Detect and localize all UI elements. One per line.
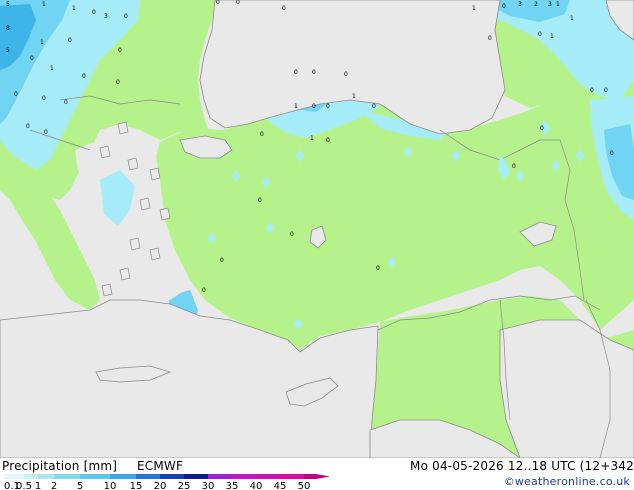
precip-value-label: 0 [540,125,544,132]
precip-value-label: 0 [82,73,86,80]
precip-value-label: 3 [548,1,552,8]
precip-value-label: 0 [258,197,262,204]
precip-value-label: 0 [488,35,492,42]
legend-tick-label: 0.5 [16,481,32,490]
precip-value-label: 8 [6,25,10,32]
precip-value-label: 0 [326,137,330,144]
precip-value-label: 0 [92,9,96,16]
legend-tick-label: 25 [178,481,191,490]
legend-tick-label: 35 [226,481,239,490]
precip-value-label: 0 [590,87,594,94]
precip-value-label: 0 [290,231,294,238]
precip-value-label: 0 [42,95,46,102]
legend-swatch [232,474,256,479]
precip-value-label: 1 [294,103,298,110]
legend-tick-label: 5 [77,481,83,490]
precip-value-label: 5 [6,1,10,8]
legend-swatch [24,474,38,479]
precip-value-label: 0 [26,123,30,130]
precip-value-label: 0 [312,103,316,110]
precip-value-label: 0 [512,163,516,170]
legend-swatch [110,474,136,479]
precip-value-label: 5 [6,47,10,54]
legend-arrow [316,474,330,479]
precip-value-label: 0 [64,99,68,106]
precip-value-label: 0 [116,79,120,86]
color-legend: 0.10.5 1 2 5 10 15 20 25 30 35 40 45 50 [4,474,330,490]
precip-value-label: 0 [216,0,220,6]
precip-value-label: 3 [104,13,108,20]
precip-value-label: 0 [502,3,506,10]
legend-swatch [38,474,54,479]
legend-swatch [208,474,232,479]
precip-value-label: 0 [124,13,128,20]
precip-value-label: 1 [310,135,314,142]
legend-swatch [184,474,208,479]
map-footer: Precipitation [mm] ECMWF Mo 04-05-2026 1… [0,458,634,490]
precip-value-label: 1 [40,39,44,46]
precipitation-map[interactable]: 5110830000103231005010000000000100100100… [0,0,634,458]
precip-value-label: 1 [42,1,46,8]
precip-value-label: 0 [344,71,348,78]
precip-value-label: 0 [294,69,298,76]
precip-value-label: 1 [352,93,356,100]
precip-value-label: 0 [68,37,72,44]
legend-tick-label: 30 [202,481,215,490]
precip-value-label: 0 [326,103,330,110]
legend-tick-label: 10 [104,481,117,490]
validity-time: Mo 04-05-2026 12..18 UTC (12+342 [410,459,634,473]
credit-link[interactable]: ©weatheronline.co.uk [504,475,630,488]
legend-tick-label: 15 [130,481,143,490]
precip-value-label: 1 [72,5,76,12]
legend-tick-label: 45 [274,481,287,490]
legend-swatch [160,474,184,479]
precip-value-label: 0 [14,91,18,98]
legend-tick-label: 1 [35,481,41,490]
precip-value-label: 0 [202,287,206,294]
precip-value-label: 0 [220,257,224,264]
precip-value-label: 2 [534,1,538,8]
map-title: Precipitation [mm] [2,459,118,473]
precip-value-label: 0 [538,31,542,38]
legend-tick-label: 2 [51,481,57,490]
legend-swatch [136,474,160,479]
precip-value-label: 0 [610,150,614,157]
precip-value-label: 1 [556,1,560,8]
precip-value-label: 1 [550,33,554,40]
model-name: ECMWF [137,459,184,473]
precip-value-label: 0 [376,265,380,272]
map-canvas: 5 11083 00 00 1 0 3 2 31 0050100000000 0 01 0 0100 10 0… [0,0,634,458]
legend-tick-label: 40 [250,481,263,490]
legend-tick-label: 50 [298,481,311,490]
precip-value-label: 0 [260,131,264,138]
precip-value-label: 1 [50,65,54,72]
precip-value-label: 1 [472,5,476,12]
precip-value-label: 0 [44,129,48,136]
precip-value-label: 0 [282,5,286,12]
legend-swatch [304,474,316,479]
legend-swatch [80,474,110,479]
precip-value-label: 3 [518,1,522,8]
precip-value-label: 0 [236,0,240,6]
precip-value-label: 0 [604,87,608,94]
precip-value-label: 1 [570,15,574,22]
legend-tick-label: 20 [154,481,167,490]
legend-swatch [4,474,24,479]
precip-value-label: 0 [312,69,316,76]
legend-swatch [54,474,80,479]
precip-value-label: 0 [118,47,122,54]
precip-value-label: 0 [372,103,376,110]
legend-swatch [280,474,304,479]
precip-value-label: 0 [30,55,34,62]
legend-swatch [256,474,280,479]
